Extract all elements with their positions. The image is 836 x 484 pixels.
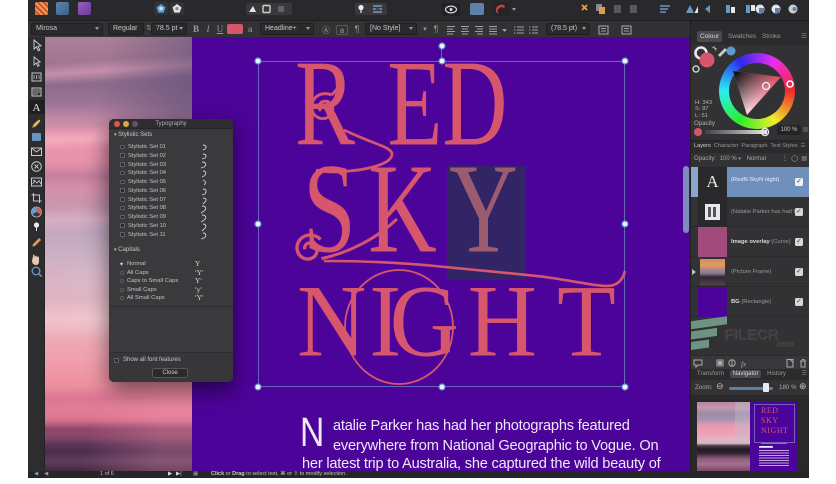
svg-text:A: A (33, 102, 41, 114)
svg-text:fx: fx (741, 361, 747, 369)
